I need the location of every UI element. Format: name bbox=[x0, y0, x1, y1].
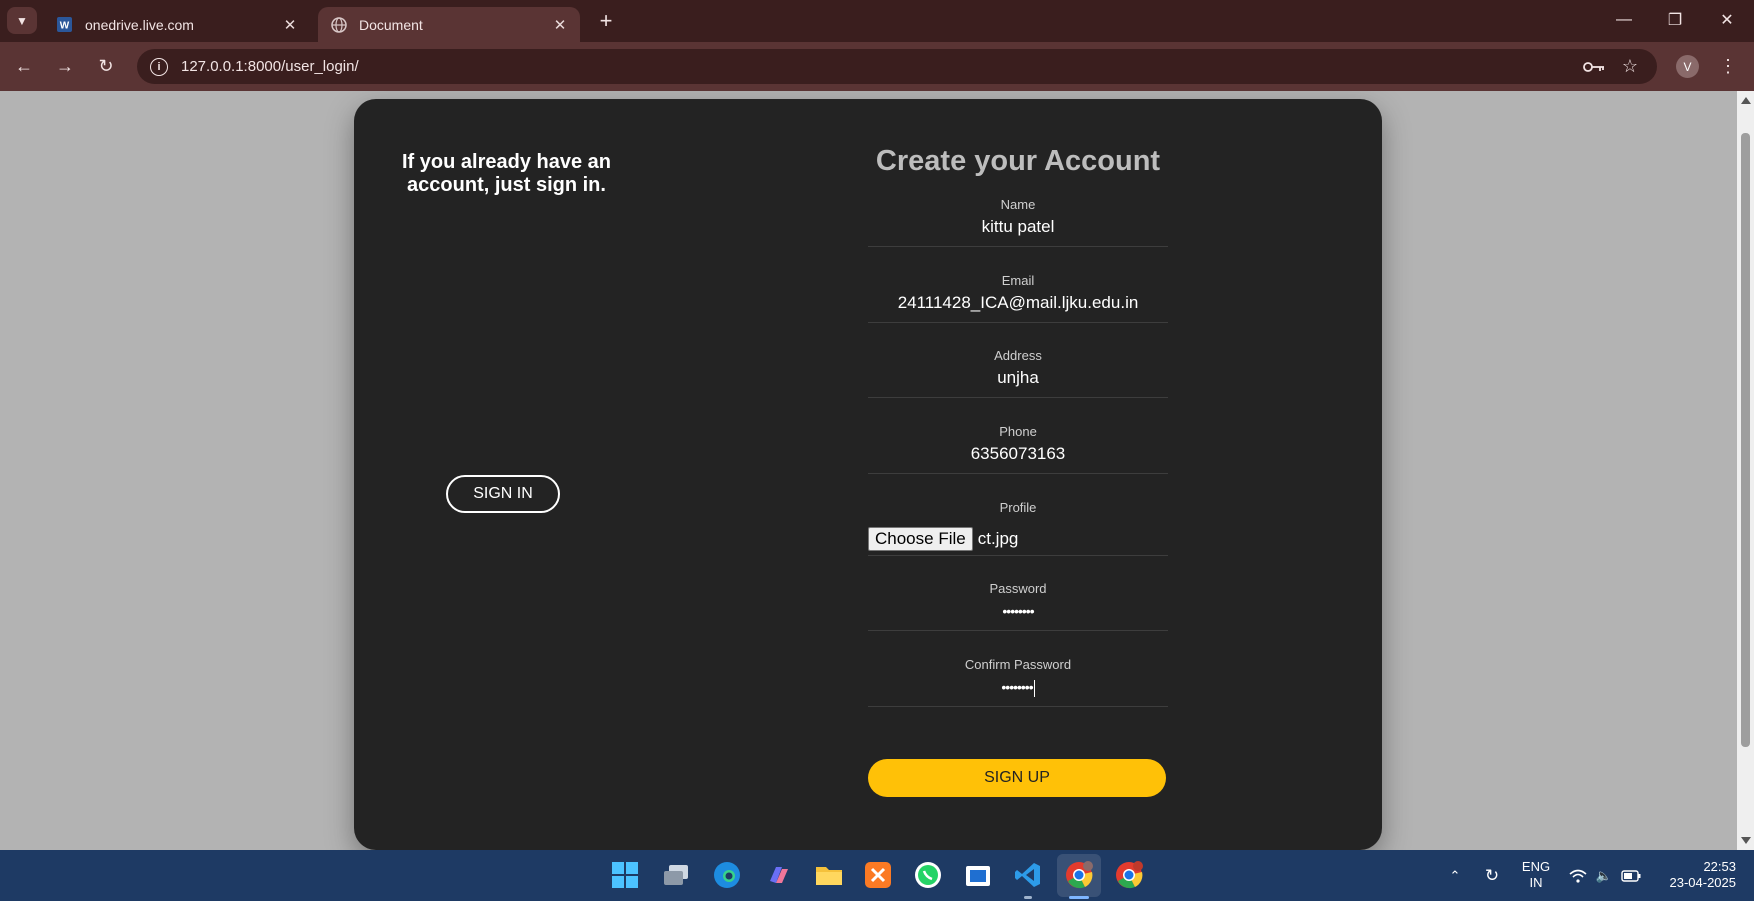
address-field[interactable]: Address unjha bbox=[868, 348, 1168, 398]
address-bar[interactable]: i 127.0.0.1:8000/user_login/ ☆ bbox=[137, 49, 1657, 84]
scroll-down-arrow-icon[interactable] bbox=[1741, 837, 1751, 844]
sync-icon[interactable]: ↻ bbox=[1480, 850, 1504, 901]
confirm-password-dots: •••••••• bbox=[1001, 679, 1033, 695]
email-field[interactable]: Email 24111428_ICA@mail.ljku.edu.in bbox=[868, 273, 1168, 323]
profile-avatar[interactable]: V bbox=[1676, 55, 1699, 78]
minimize-icon[interactable]: — bbox=[1599, 0, 1649, 40]
field-label: Password bbox=[989, 581, 1047, 596]
choose-file-button[interactable]: Choose File bbox=[868, 527, 973, 551]
site-info-icon[interactable]: i bbox=[150, 57, 168, 76]
windows-taskbar: ⌃ ↻ ENG IN 🔈 22:53 23-04-2025 bbox=[0, 850, 1754, 901]
window-close-icon[interactable]: ✕ bbox=[1702, 0, 1752, 40]
file-explorer-icon[interactable] bbox=[812, 858, 846, 892]
store-icon[interactable] bbox=[961, 858, 995, 892]
task-view-icon[interactable] bbox=[659, 858, 693, 892]
more-options-icon[interactable]: ⋮ bbox=[1718, 52, 1738, 80]
confirm-password-field[interactable]: Confirm Password •••••••• bbox=[868, 657, 1168, 707]
field-label: Profile bbox=[999, 500, 1037, 515]
language-indicator[interactable]: ENG IN bbox=[1518, 859, 1554, 891]
profile-field[interactable]: Profile Choose File ct.jpg bbox=[868, 500, 1168, 556]
battery-icon[interactable] bbox=[1620, 850, 1642, 901]
file-name: ct.jpg bbox=[977, 529, 1019, 548]
bookmark-star-icon[interactable]: ☆ bbox=[1617, 49, 1643, 84]
chevron-down-icon: ▼ bbox=[16, 13, 28, 28]
windows-start-icon[interactable] bbox=[608, 858, 642, 892]
sign-up-button[interactable]: SIGN UP bbox=[868, 759, 1166, 797]
tab-title: Document bbox=[359, 16, 423, 33]
app-active-indicator bbox=[1069, 896, 1089, 899]
vscode-icon[interactable] bbox=[1011, 858, 1045, 892]
text-caret bbox=[1033, 679, 1035, 697]
page-viewport: If you already have an account, just sig… bbox=[0, 91, 1754, 850]
svg-text:W: W bbox=[60, 21, 70, 32]
phone-input[interactable]: 6356073163 bbox=[868, 444, 1168, 464]
field-label: Email bbox=[1001, 273, 1035, 288]
name-field[interactable]: Name kittu patel bbox=[868, 197, 1168, 247]
globe-icon bbox=[330, 16, 347, 33]
tab-document[interactable]: Document ✕ bbox=[318, 7, 580, 42]
field-label: Phone bbox=[999, 424, 1037, 439]
field-label: Address bbox=[994, 348, 1042, 363]
scrollbar-thumb[interactable] bbox=[1741, 133, 1750, 747]
chrome-icon[interactable] bbox=[1062, 858, 1096, 892]
xampp-icon[interactable] bbox=[861, 858, 895, 892]
address-input[interactable]: unjha bbox=[868, 368, 1168, 388]
clock-date: 23-04-2025 bbox=[1669, 875, 1737, 890]
page-scrollbar[interactable] bbox=[1737, 91, 1754, 850]
edge-icon[interactable] bbox=[710, 858, 744, 892]
chrome-icon[interactable] bbox=[1112, 858, 1146, 892]
form-title: Create your Account bbox=[875, 145, 1161, 177]
restore-icon[interactable]: ❐ bbox=[1650, 0, 1700, 40]
tab-onedrive[interactable]: W onedrive.live.com ✕ bbox=[44, 7, 310, 42]
show-hidden-icons-chevron-icon[interactable]: ⌃ bbox=[1444, 850, 1466, 901]
reload-icon[interactable]: ↻ bbox=[90, 50, 122, 82]
copilot-icon[interactable] bbox=[761, 858, 795, 892]
password-field[interactable]: Password •••••••• bbox=[868, 581, 1168, 631]
whatsapp-icon[interactable] bbox=[911, 858, 945, 892]
tab-title: onedrive.live.com bbox=[85, 16, 194, 33]
wifi-icon[interactable] bbox=[1568, 850, 1588, 901]
signin-prompt-heading: If you already have an account, just sig… bbox=[402, 151, 611, 196]
email-input[interactable]: 24111428_ICA@mail.ljku.edu.in bbox=[868, 293, 1168, 313]
app-running-indicator bbox=[1024, 896, 1032, 899]
phone-field[interactable]: Phone 6356073163 bbox=[868, 424, 1168, 474]
word-icon: W bbox=[56, 16, 73, 33]
scroll-up-arrow-icon[interactable] bbox=[1741, 97, 1751, 104]
field-label: Name bbox=[1000, 197, 1036, 212]
sign-in-button[interactable]: SIGN IN bbox=[446, 475, 560, 513]
confirm-password-input[interactable]: •••••••• bbox=[868, 679, 1168, 697]
system-clock[interactable]: 22:53 23-04-2025 bbox=[1656, 859, 1737, 891]
clock-time: 22:53 bbox=[1703, 859, 1736, 874]
language-code: ENG bbox=[1521, 859, 1551, 874]
volume-icon[interactable]: 🔈 bbox=[1594, 850, 1614, 901]
file-input[interactable]: Choose File ct.jpg bbox=[868, 527, 1018, 551]
browser-titlebar: ▼ W onedrive.live.com ✕ Document ✕ + — ❐… bbox=[0, 0, 1754, 42]
password-key-icon[interactable] bbox=[1581, 49, 1607, 84]
field-label: Confirm Password bbox=[964, 657, 1072, 672]
new-tab-plus-icon[interactable]: + bbox=[592, 8, 620, 34]
browser-toolbar: ← → ↻ i 127.0.0.1:8000/user_login/ ☆ V ⋮ bbox=[0, 42, 1754, 91]
forward-arrow-icon[interactable]: → bbox=[49, 50, 81, 82]
name-input[interactable]: kittu patel bbox=[868, 217, 1168, 237]
back-arrow-icon[interactable]: ← bbox=[8, 50, 40, 82]
password-input[interactable]: •••••••• bbox=[868, 603, 1168, 619]
url-text[interactable]: 127.0.0.1:8000/user_login/ bbox=[181, 58, 359, 75]
region-code: IN bbox=[1529, 875, 1543, 890]
tab-search-button[interactable]: ▼ bbox=[7, 7, 37, 34]
close-icon[interactable]: ✕ bbox=[546, 11, 574, 39]
close-icon[interactable]: ✕ bbox=[276, 11, 304, 39]
login-card: If you already have an account, just sig… bbox=[354, 99, 1382, 850]
